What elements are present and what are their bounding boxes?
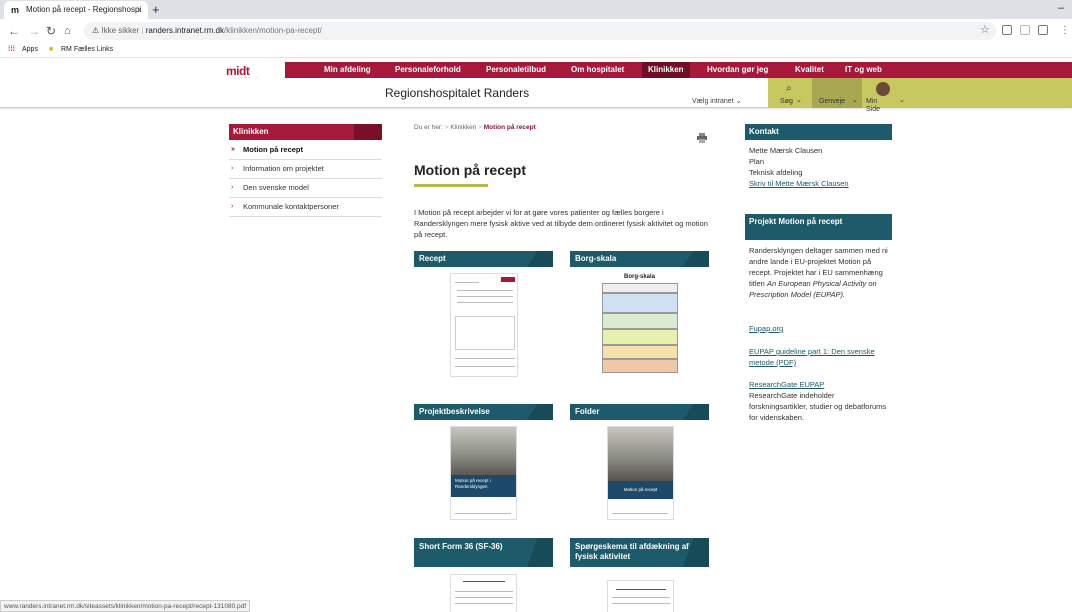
security-label: Ikke sikker (101, 26, 140, 35)
bookmarks-bar: ⁞⁞⁞ Apps ■ RM Fælles Links (0, 43, 1072, 58)
chevron-down-icon: ⌄ (899, 97, 905, 104)
recept-thumbnail[interactable] (450, 273, 518, 377)
nav-hvordan-goer-jeg[interactable]: Hvordan gør jeg (707, 62, 768, 78)
researchgate-link[interactable]: ResearchGate EUPAP (749, 379, 891, 390)
fupap-link[interactable]: Fupap.org (749, 323, 891, 334)
site-favicon-icon: m (11, 5, 20, 15)
sidebar-item-svenske-model[interactable]: › Den svenske model (229, 179, 382, 198)
folder-icon: ■ (49, 46, 54, 53)
select-intranet[interactable]: Vælg intranet ⌄ (692, 97, 741, 105)
nav-kvalitet[interactable]: Kvalitet (795, 62, 824, 78)
min-side-label[interactable]: Min Side (866, 98, 886, 114)
nav-min-afdeling[interactable]: Min afdeling (324, 62, 371, 78)
contact-unit: Teknisk afdeling (749, 168, 803, 177)
search-label[interactable]: Søg (780, 98, 793, 105)
projektbeskrivelse-thumbnail[interactable]: Motion på recept i Randersklyngen (450, 426, 517, 520)
status-bar-url: www.randers.intranet.rm.dk/siteassets/kl… (0, 600, 251, 612)
contact-dept: Plan (749, 157, 765, 166)
contact-name: Mette Mærsk Clausen (749, 146, 823, 155)
url-domain: randers.intranet.rm.dk (145, 26, 225, 35)
nav-personaleforhold[interactable]: Personaleforhold (395, 62, 461, 78)
chevron-right-icon: › (231, 203, 234, 210)
eupap-guideline-link[interactable]: EUPAP guideline part 1: Den svenske meto… (749, 346, 891, 368)
breadcrumb-klinikken[interactable]: Klinikken (450, 124, 476, 131)
window-minimize-icon[interactable]: – (1058, 0, 1064, 17)
card-borg-skala[interactable]: Borg-skala (570, 251, 709, 267)
url-path: /klinikken/motion-pa-recept/ (224, 26, 322, 35)
sidebar-heading[interactable]: Klinikken (229, 124, 382, 140)
sf36-thumbnail[interactable] (450, 574, 517, 612)
project-title-italic: An European Physical Activity on Prescri… (749, 279, 877, 299)
sidebar-item-kommunale[interactable]: › Kommunale kontaktpersoner (229, 198, 382, 217)
back-arrow-icon[interactable]: ← (8, 23, 20, 39)
nav-personaletilbud[interactable]: Personaletilbud (486, 62, 546, 78)
search-icon[interactable]: ⌕ (786, 83, 792, 94)
page-title: Motion på recept (414, 162, 527, 178)
contact-heading: Kontakt (745, 124, 892, 140)
chevron-right-icon: › (231, 184, 234, 191)
menu-icon[interactable]: ⋮ (1060, 23, 1070, 39)
forward-arrow-icon[interactable]: → (28, 23, 40, 39)
breadcrumb: Du er her: > Klinikken > Motion på recep… (414, 124, 536, 131)
genveje-label[interactable]: Genveje (819, 98, 845, 105)
extension-icon[interactable] (1038, 25, 1048, 35)
bookmark-star-icon[interactable]: ☆ (980, 23, 990, 36)
spoergeskema-thumbnail[interactable] (607, 580, 674, 612)
chevron-down-icon: ⌄ (852, 97, 858, 104)
researchgate-description: ResearchGate indeholder forskningsartikl… (749, 391, 887, 422)
apps-grid-icon[interactable]: ⁞⁞⁞ (8, 43, 15, 57)
bookmark-folder[interactable]: RM Fælles Links (61, 43, 113, 57)
main-navigation: Min afdeling Personaleforhold Personalet… (285, 62, 1072, 78)
borg-scale-thumbnail[interactable]: Borg-skala (602, 273, 678, 381)
chevron-right-icon: › (231, 165, 234, 172)
warning-icon: ⚠ (92, 26, 100, 35)
card-recept[interactable]: Recept (414, 251, 553, 267)
card-sf36[interactable]: Short Form 36 (SF-36) (414, 538, 553, 567)
address-bar[interactable]: ⚠ Ikke sikker | randers.intranet.rm.dk/k… (84, 22, 996, 40)
sidebar-item-motion-paa-recept[interactable]: » Motion på recept (229, 141, 382, 160)
browser-tab[interactable]: m Motion på recept - Regionshospi × (4, 1, 148, 19)
print-icon[interactable] (697, 133, 707, 143)
tab-title: Motion på recept - Regionshospi (26, 5, 142, 14)
new-tab-icon[interactable]: + (152, 0, 160, 19)
title-underline (414, 184, 488, 187)
card-spoergeskema[interactable]: Spørgeskema til afdækning af fysisk akti… (570, 538, 709, 567)
avatar[interactable] (876, 82, 890, 96)
sidebar-item-information[interactable]: › Information om projektet (229, 160, 382, 179)
card-projektbeskrivelse[interactable]: Projektbeskrivelse (414, 404, 553, 420)
reload-icon[interactable]: ↻ (46, 23, 56, 39)
extension-icon[interactable] (1020, 25, 1030, 35)
project-description: Randersklyngen deltager sammen med ni an… (749, 246, 888, 299)
breadcrumb-current: Motion på recept (483, 124, 536, 131)
intro-text: I Motion på recept arbejder vi for at gø… (414, 208, 708, 239)
chevron-down-icon: ⌄ (796, 97, 802, 104)
nav-it-og-web[interactable]: IT og web (845, 62, 882, 78)
browser-toolbar: ← → ↻ ⌂ ⚠ Ikke sikker | randers.intranet… (0, 19, 1072, 43)
double-chevron-icon: » (231, 146, 235, 153)
bookmark-apps[interactable]: Apps (22, 43, 38, 57)
hospital-name[interactable]: Regionshospitalet Randers (385, 86, 529, 100)
home-icon[interactable]: ⌂ (64, 23, 71, 39)
nav-om-hospitalet[interactable]: Om hospitalet (571, 62, 624, 78)
extension-icon[interactable] (1002, 25, 1012, 35)
tab-close-icon[interactable]: × (137, 1, 142, 19)
project-heading: Projekt Motion på recept (745, 214, 892, 240)
browser-tab-bar: m Motion på recept - Regionshospi × + – (0, 0, 1072, 19)
nav-klinikken[interactable]: Klinikken (642, 62, 690, 78)
chevron-down-icon: ⌄ (735, 98, 742, 105)
folder-thumbnail[interactable]: Motion på recept (607, 426, 674, 520)
contact-email-link[interactable]: Skriv til Mette Mærsk Clausen (749, 178, 891, 189)
card-folder[interactable]: Folder (570, 404, 709, 420)
